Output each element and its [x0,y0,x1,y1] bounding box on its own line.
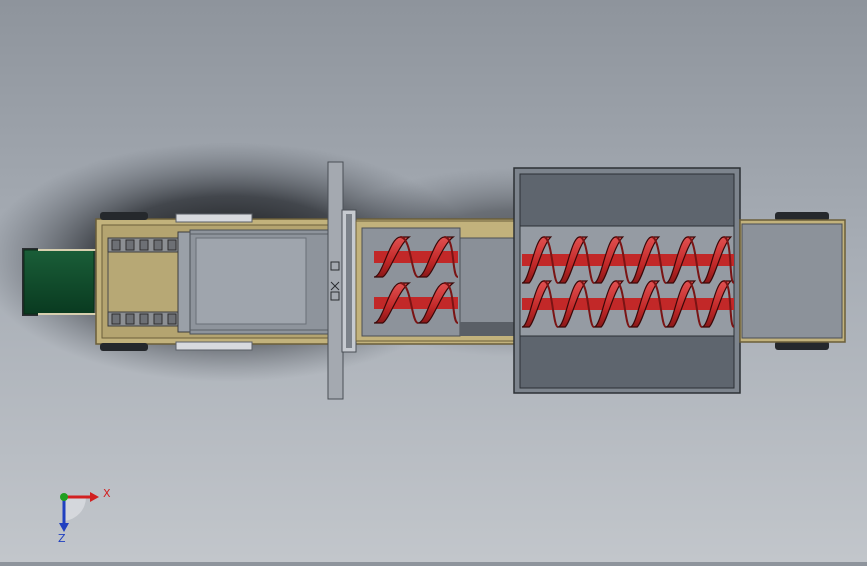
compression-chamber[interactable] [189,229,331,335]
model-canvas[interactable]: X Z [0,0,867,562]
axis-z-label: Z [58,532,66,545]
output-conveyor[interactable] [22,248,96,316]
cad-viewport[interactable]: X Z [0,0,867,562]
inlet-extension[interactable] [739,219,846,343]
axis-x-label: X [103,487,111,500]
coordinate-triad-icon: X Z [58,487,111,545]
